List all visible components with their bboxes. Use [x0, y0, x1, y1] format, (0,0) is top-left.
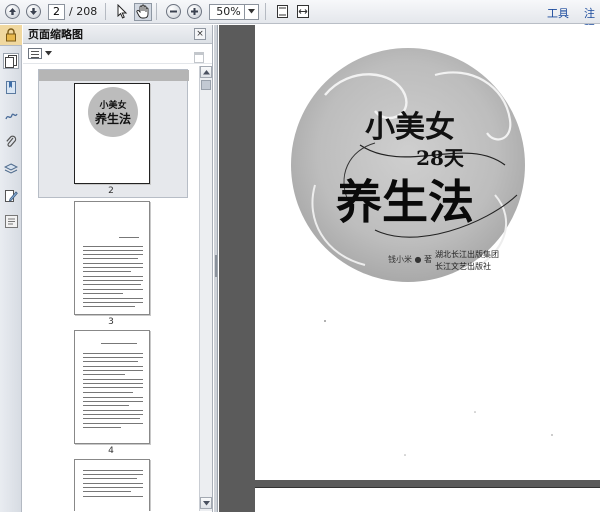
thumbnail-page-number: 3 — [108, 317, 114, 327]
page-up-icon — [8, 8, 16, 15]
tools-pane-link[interactable]: 工具 — [547, 5, 569, 21]
hand-icon — [136, 4, 149, 19]
fit-width-icon — [297, 5, 310, 18]
cover-title-number: 28天 — [416, 146, 465, 170]
bookmarks-button[interactable] — [3, 80, 19, 96]
thumbnail-header-bar — [39, 70, 189, 81]
thumbnail-page-3[interactable] — [74, 201, 150, 315]
page-total: / 208 — [69, 5, 98, 18]
tags-icon — [4, 214, 18, 228]
tags-button[interactable] — [3, 213, 19, 229]
cover-artwork: 小美女 28天 养生法 钱小米 ● 著 湖北长江出版集团 长江文艺出版社 — [291, 48, 553, 456]
thumbnail-list: 小美女 养生法 2 3 4 — [23, 66, 199, 511]
thumbnail-scrollbar[interactable] — [199, 66, 212, 511]
svg-text:养生法: 养生法 — [94, 111, 131, 126]
layers-icon — [4, 162, 18, 174]
panel-toolbar — [23, 44, 212, 64]
chevron-down-icon[interactable] — [45, 51, 52, 56]
zoom-in-icon — [190, 8, 198, 15]
zoom-level-input[interactable]: 50% — [209, 3, 246, 20]
document-view[interactable]: 小美女 28天 养生法 钱小米 ● 著 湖北长江出版集团 长江文艺出版社 — [219, 25, 600, 512]
close-panel-button[interactable]: × — [194, 28, 206, 40]
pages-icon — [5, 54, 17, 68]
document-page-3 — [255, 487, 600, 512]
cover-title-line1: 小美女 — [365, 110, 455, 145]
bookmarks-icon — [6, 81, 16, 94]
panel-title: 页面缩略图 — [28, 28, 83, 41]
page-down-icon — [29, 8, 37, 15]
cover-publisher: 长江文艺出版社 — [435, 261, 491, 271]
fit-page-icon — [276, 5, 288, 18]
signatures-panel-button[interactable] — [3, 107, 19, 123]
attachments-button[interactable] — [3, 134, 19, 150]
next-page-button[interactable] — [24, 3, 42, 21]
scrollbar-thumb[interactable] — [201, 80, 211, 90]
select-tool-button[interactable] — [113, 3, 131, 21]
thumbnail-page-2[interactable]: 小美女 养生法 — [74, 83, 150, 184]
toolbar-divider — [265, 3, 267, 20]
zoom-dropdown-button[interactable] — [245, 3, 260, 20]
layers-button[interactable] — [3, 161, 19, 177]
zoom-in-button[interactable] — [185, 3, 203, 21]
panel-splitter[interactable] — [214, 25, 218, 512]
zoom-out-button[interactable] — [164, 3, 182, 21]
toolbar-divider — [156, 3, 158, 20]
panel-header: 页面缩略图 — [23, 25, 212, 44]
thumbnail-page-number: 2 — [108, 186, 114, 196]
scroll-up-button[interactable] — [200, 66, 212, 78]
cover-thumbnail-image: 小美女 养生法 — [88, 87, 138, 137]
chevron-down-icon — [248, 9, 256, 14]
fit-width-button[interactable] — [294, 3, 312, 21]
select-arrow-icon — [117, 4, 128, 19]
zoom-out-icon — [169, 10, 177, 13]
cover-author: 钱小米 ● 著 — [388, 254, 432, 264]
chevron-up-icon — [202, 69, 210, 74]
page-number-input[interactable]: 2 — [48, 3, 65, 20]
trash-icon[interactable] — [194, 52, 204, 63]
chevron-down-icon — [202, 500, 210, 505]
content-button[interactable] — [3, 188, 19, 204]
previous-page-button[interactable] — [3, 3, 21, 21]
hand-tool-button[interactable] — [134, 2, 153, 21]
attachments-icon — [6, 135, 17, 147]
scroll-down-button[interactable] — [200, 497, 212, 509]
svg-text:小美女: 小美女 — [98, 99, 126, 111]
thumbnail-page-5[interactable] — [74, 459, 150, 511]
edit-document-icon — [4, 190, 18, 202]
cover-title-line2: 养生法 — [336, 175, 474, 229]
thumbnail-page-number: 4 — [108, 446, 114, 456]
cover-publisher-group: 湖北长江出版集团 — [435, 249, 499, 259]
close-icon: × — [196, 29, 204, 39]
toolbar-divider — [105, 3, 107, 20]
page-thumbnails-button[interactable] — [3, 53, 19, 69]
main-toolbar: 2 / 208 50% 工具 注释 — [0, 0, 600, 36]
fit-page-button[interactable] — [273, 3, 291, 21]
lock-icon — [6, 28, 16, 42]
thumbnail-panel: 页面缩略图 × 小美女 养生法 2 3 4 — [23, 25, 213, 512]
signatures-icon — [4, 112, 18, 119]
document-page-2: 小美女 28天 养生法 钱小米 ● 著 湖北长江出版集团 长江文艺出版社 — [255, 25, 600, 480]
options-menu-icon[interactable] — [28, 48, 42, 59]
navigation-icon-bar — [0, 25, 22, 512]
security-button[interactable] — [0, 25, 22, 46]
thumbnail-page-4[interactable] — [74, 330, 150, 444]
